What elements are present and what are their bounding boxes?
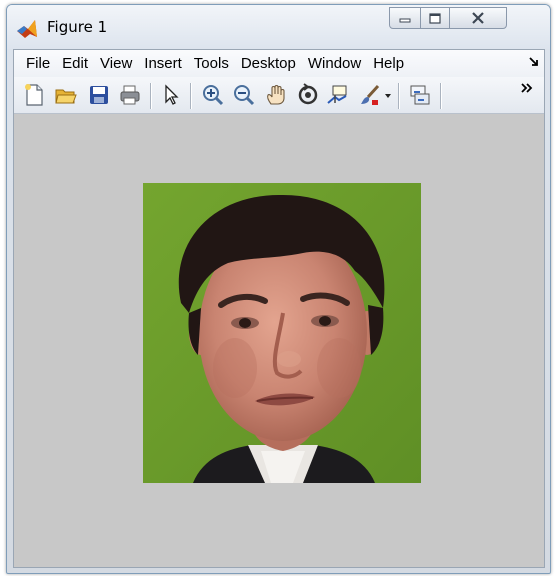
toolbar-separator <box>190 83 191 109</box>
data-cursor-icon[interactable] <box>326 83 350 107</box>
save-icon[interactable] <box>87 83 111 107</box>
figure-window: Figure 1 File Edit View Insert Tools Des… <box>6 4 551 574</box>
link-plot-icon[interactable] <box>408 83 432 107</box>
toolbar-overflow-icon[interactable] <box>520 81 534 95</box>
menu-tools[interactable]: Tools <box>188 55 235 72</box>
minimize-icon <box>399 18 411 23</box>
zoom-in-icon[interactable] <box>201 83 225 107</box>
toolbar-separator <box>150 83 151 109</box>
edit-plot-arrow-icon[interactable] <box>160 83 184 107</box>
menu-desktop[interactable]: Desktop <box>235 55 302 72</box>
toolbar-separator <box>398 83 399 109</box>
window-title: Figure 1 <box>47 18 108 36</box>
pan-hand-icon[interactable] <box>264 83 288 107</box>
maximize-icon <box>429 12 441 24</box>
figure-toolbar <box>14 77 544 114</box>
menu-edit[interactable]: Edit <box>56 55 94 72</box>
brush-dropdown-icon[interactable] <box>384 93 392 99</box>
matlab-logo-icon <box>17 20 37 38</box>
open-file-icon[interactable] <box>54 83 78 107</box>
figure-canvas[interactable] <box>14 114 544 567</box>
close-button[interactable] <box>449 7 507 29</box>
figure-client-area: File Edit View Insert Tools Desktop Wind… <box>13 49 545 568</box>
print-icon[interactable] <box>118 83 142 107</box>
menu-help[interactable]: Help <box>367 55 410 72</box>
menu-overflow-arrow-icon[interactable] <box>528 56 540 68</box>
minimize-button[interactable] <box>389 7 421 29</box>
close-icon <box>472 12 484 24</box>
new-figure-icon[interactable] <box>22 83 46 107</box>
toolbar-separator <box>440 83 441 109</box>
brush-icon[interactable] <box>358 83 382 107</box>
rotate-3d-icon[interactable] <box>296 83 320 107</box>
menu-bar: File Edit View Insert Tools Desktop Wind… <box>14 50 544 77</box>
face-photo <box>143 183 421 483</box>
zoom-out-icon[interactable] <box>232 83 256 107</box>
menu-view[interactable]: View <box>94 55 138 72</box>
maximize-button[interactable] <box>420 7 450 29</box>
menu-file[interactable]: File <box>14 55 56 72</box>
menu-window[interactable]: Window <box>302 55 367 72</box>
menu-insert[interactable]: Insert <box>138 55 188 72</box>
title-bar[interactable]: Figure 1 <box>7 5 550 49</box>
